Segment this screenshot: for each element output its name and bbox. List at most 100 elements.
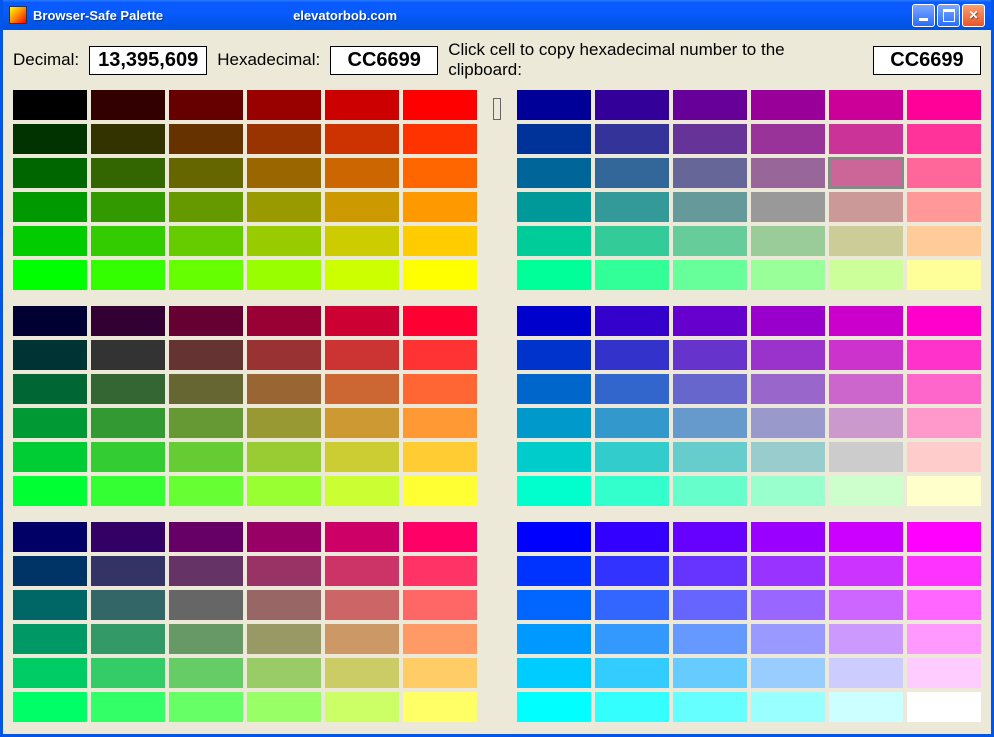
color-swatch[interactable]	[169, 90, 243, 120]
color-swatch[interactable]	[325, 260, 399, 290]
color-swatch[interactable]	[829, 624, 903, 654]
color-swatch[interactable]	[517, 226, 591, 256]
color-swatch[interactable]	[829, 90, 903, 120]
color-swatch[interactable]	[247, 340, 321, 370]
color-swatch[interactable]	[91, 158, 165, 188]
color-swatch[interactable]	[517, 340, 591, 370]
color-swatch[interactable]	[247, 522, 321, 552]
color-swatch[interactable]	[673, 192, 747, 222]
color-swatch[interactable]	[517, 442, 591, 472]
color-swatch[interactable]	[829, 476, 903, 506]
color-swatch[interactable]	[673, 522, 747, 552]
color-swatch[interactable]	[13, 124, 87, 154]
color-swatch[interactable]	[751, 624, 825, 654]
color-swatch[interactable]	[751, 260, 825, 290]
color-swatch[interactable]	[325, 522, 399, 552]
color-swatch[interactable]	[595, 476, 669, 506]
color-swatch[interactable]	[829, 226, 903, 256]
color-swatch[interactable]	[403, 158, 477, 188]
color-swatch[interactable]	[517, 306, 591, 336]
color-swatch[interactable]	[169, 306, 243, 336]
color-swatch[interactable]	[673, 692, 747, 722]
color-swatch[interactable]	[91, 340, 165, 370]
color-swatch[interactable]	[13, 522, 87, 552]
color-swatch[interactable]	[751, 306, 825, 336]
color-swatch[interactable]	[673, 226, 747, 256]
color-swatch[interactable]	[169, 374, 243, 404]
color-swatch[interactable]	[247, 90, 321, 120]
color-swatch[interactable]	[829, 556, 903, 586]
color-swatch[interactable]	[595, 556, 669, 586]
color-swatch[interactable]	[169, 692, 243, 722]
color-swatch[interactable]	[595, 226, 669, 256]
color-swatch[interactable]	[907, 556, 981, 586]
color-swatch[interactable]	[751, 374, 825, 404]
color-swatch[interactable]	[169, 340, 243, 370]
color-swatch[interactable]	[403, 692, 477, 722]
color-swatch[interactable]	[91, 692, 165, 722]
color-swatch[interactable]	[325, 192, 399, 222]
color-swatch[interactable]	[91, 442, 165, 472]
color-swatch[interactable]	[673, 260, 747, 290]
color-swatch[interactable]	[829, 192, 903, 222]
color-swatch[interactable]	[91, 306, 165, 336]
color-swatch[interactable]	[595, 340, 669, 370]
color-swatch[interactable]	[751, 158, 825, 188]
color-swatch[interactable]	[595, 658, 669, 688]
color-swatch[interactable]	[169, 522, 243, 552]
color-swatch[interactable]	[517, 624, 591, 654]
color-swatch[interactable]	[325, 408, 399, 438]
color-swatch[interactable]	[247, 658, 321, 688]
color-swatch[interactable]	[91, 90, 165, 120]
color-swatch[interactable]	[829, 442, 903, 472]
color-swatch[interactable]	[169, 226, 243, 256]
color-swatch[interactable]	[595, 306, 669, 336]
color-swatch[interactable]	[403, 442, 477, 472]
color-swatch[interactable]	[751, 408, 825, 438]
color-swatch[interactable]	[673, 306, 747, 336]
color-swatch[interactable]	[829, 124, 903, 154]
color-swatch[interactable]	[169, 124, 243, 154]
color-swatch[interactable]	[673, 158, 747, 188]
color-swatch[interactable]	[325, 658, 399, 688]
color-swatch[interactable]	[247, 306, 321, 336]
color-swatch[interactable]	[247, 192, 321, 222]
color-swatch[interactable]	[907, 590, 981, 620]
color-swatch[interactable]	[517, 90, 591, 120]
color-swatch[interactable]	[595, 374, 669, 404]
color-swatch[interactable]	[169, 408, 243, 438]
color-swatch[interactable]	[751, 226, 825, 256]
color-swatch[interactable]	[517, 522, 591, 552]
color-swatch[interactable]	[517, 124, 591, 154]
color-swatch[interactable]	[91, 658, 165, 688]
color-swatch[interactable]	[751, 124, 825, 154]
color-swatch[interactable]	[403, 624, 477, 654]
color-swatch[interactable]	[91, 124, 165, 154]
color-swatch[interactable]	[91, 260, 165, 290]
color-swatch[interactable]	[595, 260, 669, 290]
color-swatch[interactable]	[907, 124, 981, 154]
color-swatch[interactable]	[247, 408, 321, 438]
color-swatch[interactable]	[13, 658, 87, 688]
color-swatch[interactable]	[13, 692, 87, 722]
color-swatch[interactable]	[169, 476, 243, 506]
color-swatch[interactable]	[13, 226, 87, 256]
color-swatch[interactable]	[829, 260, 903, 290]
color-swatch[interactable]	[673, 374, 747, 404]
color-swatch[interactable]	[247, 556, 321, 586]
color-swatch[interactable]	[403, 192, 477, 222]
color-swatch[interactable]	[829, 590, 903, 620]
color-swatch[interactable]	[247, 260, 321, 290]
color-swatch[interactable]	[403, 90, 477, 120]
color-swatch[interactable]	[829, 158, 903, 188]
color-swatch[interactable]	[403, 408, 477, 438]
color-swatch[interactable]	[673, 658, 747, 688]
color-swatch[interactable]	[91, 590, 165, 620]
color-swatch[interactable]	[907, 192, 981, 222]
color-swatch[interactable]	[91, 192, 165, 222]
color-swatch[interactable]	[169, 624, 243, 654]
color-swatch[interactable]	[673, 408, 747, 438]
color-swatch[interactable]	[907, 624, 981, 654]
color-swatch[interactable]	[907, 442, 981, 472]
color-swatch[interactable]	[325, 556, 399, 586]
